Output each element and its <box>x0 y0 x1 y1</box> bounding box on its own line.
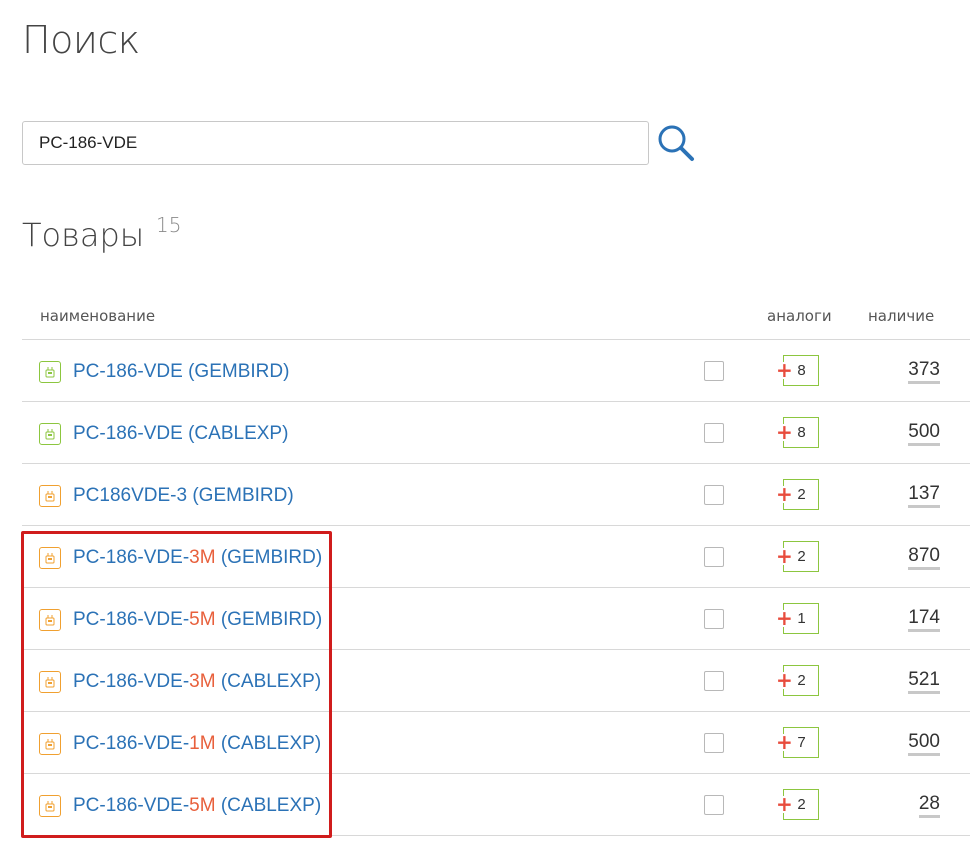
product-length-highlight: 5M <box>189 795 216 816</box>
table-row: PC-186-VDE-5M (CABLEXP) + 2 28 <box>22 774 970 836</box>
table-row: PC-186-VDE-1M (CABLEXP) + 7 500 <box>22 712 970 774</box>
stock-quantity-link[interactable]: 28 <box>918 793 940 818</box>
product-length-highlight: 1M <box>189 733 216 754</box>
product-link[interactable]: PC-186-VDE (CABLEXP) <box>73 423 288 445</box>
robot-product-icon-glyph <box>45 553 55 564</box>
robot-product-icon-glyph <box>45 615 55 626</box>
compare-checkbox[interactable] <box>704 671 724 691</box>
stock-quantity-link[interactable]: 373 <box>908 359 940 384</box>
column-header-name: наименование <box>40 307 156 325</box>
compare-checkbox[interactable] <box>704 733 724 753</box>
analogs-count-button[interactable]: 2 <box>783 789 819 820</box>
section-title-products: Товары <box>22 216 145 254</box>
product-length-highlight: 5M <box>189 609 216 630</box>
robot-product-icon[interactable] <box>39 423 61 445</box>
compare-checkbox[interactable] <box>704 485 724 505</box>
compare-checkbox[interactable] <box>704 423 724 443</box>
products-count: 15 <box>156 213 182 237</box>
product-brand: (CABLEXP) <box>215 671 322 692</box>
product-code: PC-186-VDE- <box>73 547 190 568</box>
product-code: PC-186-VDE- <box>73 733 190 754</box>
product-link[interactable]: PC186VDE-3 (GEMBIRD) <box>73 485 294 507</box>
analogs-count-button[interactable]: 8 <box>783 355 819 386</box>
column-header-stock: наличие <box>868 307 935 325</box>
stock-quantity-link[interactable]: 174 <box>908 607 940 632</box>
product-brand: (GEMBIRD) <box>215 609 323 630</box>
stock-quantity-link[interactable]: 137 <box>908 483 940 508</box>
product-code: PC-186-VDE- <box>73 795 190 816</box>
stock-quantity-link[interactable]: 500 <box>908 731 940 756</box>
analogs-count-button[interactable]: 2 <box>783 541 819 572</box>
compare-checkbox[interactable] <box>704 609 724 629</box>
product-brand: (GEMBIRD) <box>187 485 294 506</box>
robot-product-icon[interactable] <box>39 795 61 817</box>
robot-product-icon-glyph <box>45 677 55 688</box>
stock-quantity-link[interactable]: 500 <box>908 421 940 446</box>
product-link[interactable]: PC-186-VDE (GEMBIRD) <box>73 361 289 383</box>
table-row: PC-186-VDE-5M (GEMBIRD) + 1 174 <box>22 588 970 650</box>
analogs-count-button[interactable]: 2 <box>783 665 819 696</box>
stock-quantity-link[interactable]: 870 <box>908 545 940 570</box>
product-code: PC-186-VDE <box>73 423 183 444</box>
table-row: PC-186-VDE-3M (GEMBIRD) + 2 870 <box>22 526 970 588</box>
compare-checkbox[interactable] <box>704 361 724 381</box>
robot-product-icon[interactable] <box>39 361 61 383</box>
robot-product-icon-glyph <box>45 429 55 440</box>
table-row: PC-186-VDE-3M (CABLEXP) + 2 521 <box>22 650 970 712</box>
analogs-count-button[interactable]: 7 <box>783 727 819 758</box>
robot-product-icon[interactable] <box>39 733 61 755</box>
analogs-count-button[interactable]: 1 <box>783 603 819 634</box>
table-row: PC186VDE-3 (GEMBIRD) + 2 137 <box>22 464 970 526</box>
robot-product-icon-glyph <box>45 491 55 502</box>
column-header-analogs: аналоги <box>767 307 832 325</box>
product-brand: (CABLEXP) <box>215 733 322 754</box>
product-code: PC-186-VDE- <box>73 609 190 630</box>
product-link[interactable]: PC-186-VDE-3M (CABLEXP) <box>73 671 321 693</box>
product-brand: (CABLEXP) <box>215 795 322 816</box>
product-length-highlight: 3M <box>189 547 216 568</box>
product-brand: (GEMBIRD) <box>215 547 323 568</box>
product-link[interactable]: PC-186-VDE-3M (GEMBIRD) <box>73 547 322 569</box>
search-button[interactable] <box>656 124 698 166</box>
robot-product-icon-glyph <box>45 739 55 750</box>
magnifier-icon <box>658 125 694 161</box>
products-table: PC-186-VDE (GEMBIRD) + 8 373 PC-186-VDE … <box>22 339 970 836</box>
robot-product-icon[interactable] <box>39 485 61 507</box>
analogs-count-button[interactable]: 2 <box>783 479 819 510</box>
compare-checkbox[interactable] <box>704 795 724 815</box>
robot-product-icon[interactable] <box>39 609 61 631</box>
table-row: PC-186-VDE (GEMBIRD) + 8 373 <box>22 340 970 402</box>
robot-product-icon-glyph <box>45 367 55 378</box>
stock-quantity-link[interactable]: 521 <box>908 669 940 694</box>
search-input[interactable]: PC-186-VDE <box>22 121 649 165</box>
product-link[interactable]: PC-186-VDE-5M (GEMBIRD) <box>73 609 322 631</box>
product-code: PC186VDE-3 <box>73 485 188 506</box>
robot-product-icon[interactable] <box>39 671 61 693</box>
page-title: Поиск <box>22 18 140 62</box>
product-link[interactable]: PC-186-VDE-5M (CABLEXP) <box>73 795 321 817</box>
product-length-highlight: 3M <box>189 671 216 692</box>
compare-checkbox[interactable] <box>704 547 724 567</box>
robot-product-icon-glyph <box>45 801 55 812</box>
table-row: PC-186-VDE (CABLEXP) + 8 500 <box>22 402 970 464</box>
product-code: PC-186-VDE <box>73 361 183 382</box>
robot-product-icon[interactable] <box>39 547 61 569</box>
product-brand: (CABLEXP) <box>182 423 289 444</box>
analogs-count-button[interactable]: 8 <box>783 417 819 448</box>
product-brand: (GEMBIRD) <box>182 361 290 382</box>
product-link[interactable]: PC-186-VDE-1M (CABLEXP) <box>73 733 321 755</box>
product-code: PC-186-VDE- <box>73 671 190 692</box>
